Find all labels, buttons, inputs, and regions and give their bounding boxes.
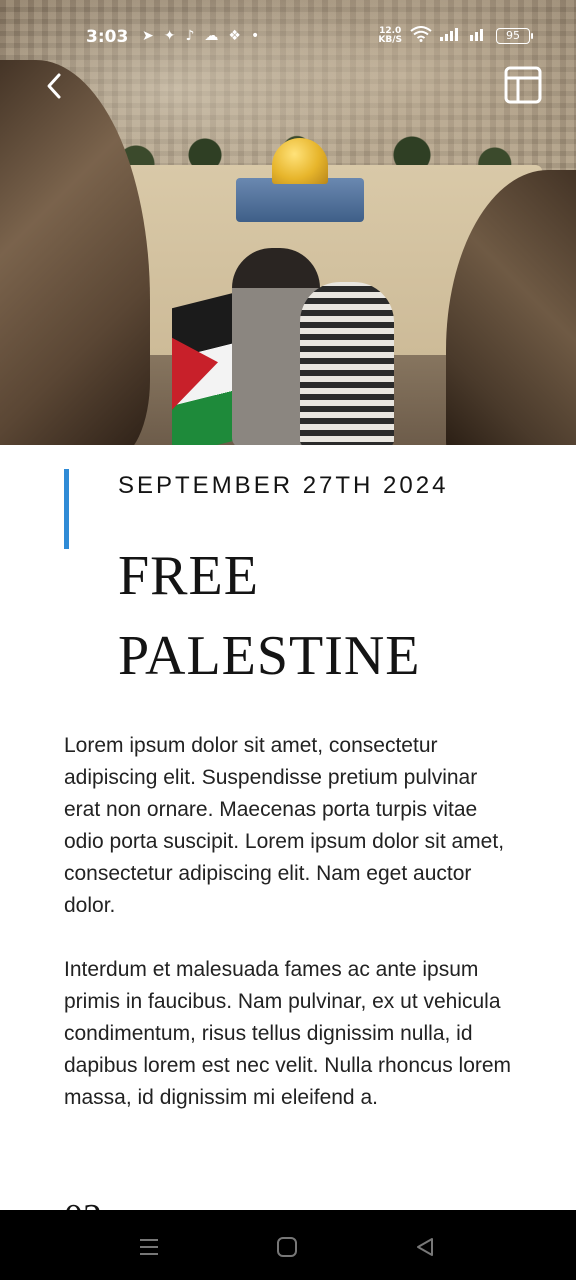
status-bar: 3:03 ➤ ✦ ♪ ☁ ❖ • 12.0 KB/S 95 bbox=[0, 22, 576, 56]
menu-icon bbox=[140, 1239, 158, 1255]
accent-bar bbox=[64, 469, 69, 549]
back-button[interactable] bbox=[38, 70, 70, 102]
signal-icon bbox=[440, 27, 462, 45]
app2-icon: ☁ bbox=[204, 28, 219, 44]
article-paragraph-1: Lorem ipsum dolor sit amet, consectetur … bbox=[64, 734, 505, 917]
nav-back-button[interactable] bbox=[410, 1232, 440, 1262]
hero-image bbox=[0, 0, 576, 445]
article-paragraph-2: Interdum et malesuada fames ac ante ipsu… bbox=[64, 958, 512, 1109]
navigation-bar bbox=[0, 1210, 576, 1280]
tiktok-icon: ♪ bbox=[185, 28, 195, 44]
battery-icon: 95 bbox=[496, 28, 533, 44]
home-square-icon bbox=[277, 1237, 297, 1257]
app-icon: ✦ bbox=[163, 28, 176, 44]
child-figure-right bbox=[300, 282, 394, 445]
telegram-icon: ➤ bbox=[142, 28, 154, 44]
article-title: FREE PALESTINE bbox=[118, 536, 538, 696]
layout-button[interactable] bbox=[500, 62, 546, 108]
notification-icons: ➤ ✦ ♪ ☁ ❖ • bbox=[142, 28, 259, 44]
signal2-icon bbox=[470, 27, 488, 45]
status-right: 12.0 KB/S 95 bbox=[378, 26, 533, 46]
wifi-icon bbox=[410, 26, 432, 46]
flag-triangle bbox=[172, 326, 218, 410]
app3-icon: ❖ bbox=[228, 28, 241, 44]
back-triangle-icon bbox=[417, 1238, 433, 1256]
dot-icon: • bbox=[250, 28, 260, 44]
nav-home-button[interactable] bbox=[272, 1232, 302, 1262]
chevron-left-icon bbox=[47, 73, 61, 99]
network-speed: 12.0 KB/S bbox=[378, 26, 402, 45]
dome-building bbox=[236, 178, 364, 222]
title-line-2: PALESTINE bbox=[118, 625, 421, 687]
article-date: SEPTEMBER 27TH 2024 bbox=[118, 472, 449, 499]
layout-panel-icon bbox=[504, 66, 542, 104]
nav-menu-button[interactable] bbox=[134, 1232, 164, 1262]
status-time: 3:03 bbox=[86, 27, 129, 47]
title-line-1: FREE bbox=[118, 545, 259, 607]
